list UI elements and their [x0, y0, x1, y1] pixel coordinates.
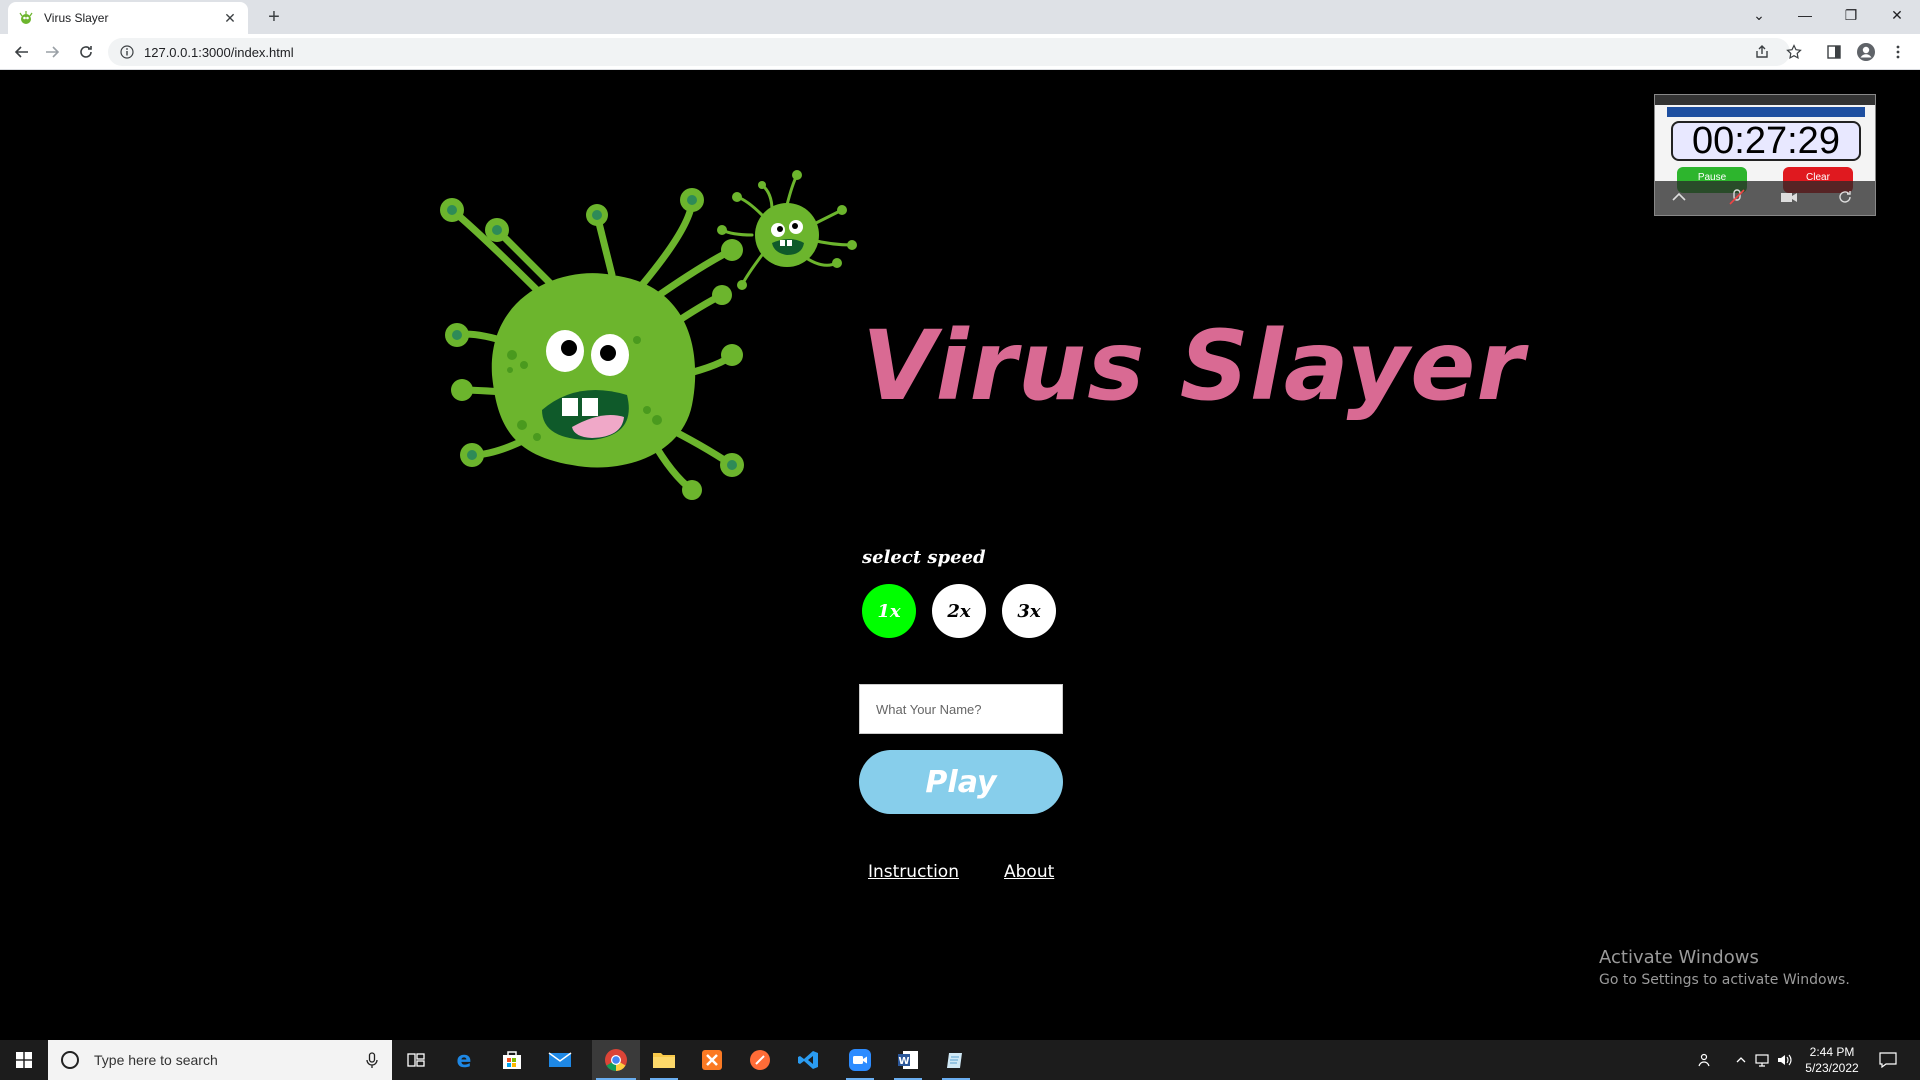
play-button[interactable]: Play — [859, 750, 1063, 814]
about-link[interactable]: About — [1004, 862, 1054, 882]
mail-icon[interactable] — [536, 1040, 584, 1080]
sidepanel-icon[interactable] — [1822, 40, 1846, 64]
restore-icon[interactable]: ❐ — [1828, 0, 1874, 30]
minimize-icon[interactable]: — — [1782, 0, 1828, 30]
chrome-icon[interactable] — [592, 1040, 640, 1080]
xampp-icon[interactable] — [688, 1040, 736, 1080]
window-close-icon[interactable]: ✕ — [1874, 0, 1920, 30]
notepad-icon[interactable] — [932, 1040, 980, 1080]
svg-text:e: e — [457, 1048, 472, 1072]
notification-icon[interactable] — [1874, 1040, 1902, 1080]
search-placeholder: Type here to search — [94, 1052, 218, 1068]
volume-icon[interactable] — [1774, 1040, 1794, 1080]
file-explorer-icon[interactable] — [640, 1040, 688, 1080]
clock-date: 5/23/2022 — [1805, 1061, 1859, 1075]
browser-toolbar: 127.0.0.1:3000/index.html — [0, 34, 1920, 70]
windows-taskbar: Type here to search e W 2:44 PM 5/23/202… — [0, 1040, 1920, 1080]
virus-logo-image — [440, 170, 857, 500]
camera-icon[interactable] — [1779, 187, 1799, 207]
address-bar[interactable]: 127.0.0.1:3000/index.html — [108, 38, 1790, 66]
stopwatch-window[interactable]: 00:27:29 Pause Clear — [1654, 94, 1876, 216]
share-icon[interactable] — [1750, 40, 1774, 64]
task-view-icon[interactable] — [392, 1040, 440, 1080]
store-icon[interactable] — [488, 1040, 536, 1080]
chevron-up-icon[interactable] — [1732, 1040, 1750, 1080]
zoom-icon[interactable] — [836, 1040, 884, 1080]
watermark-subtitle: Go to Settings to activate Windows. — [1599, 972, 1850, 988]
microphone-icon[interactable] — [362, 1050, 382, 1070]
speed-label: select speed — [862, 547, 986, 568]
stopwatch-banner — [1667, 107, 1865, 117]
tab-title: Virus Slayer — [44, 11, 109, 25]
taskbar-clock[interactable]: 2:44 PM 5/23/2022 — [1794, 1044, 1870, 1076]
people-icon[interactable] — [1694, 1040, 1718, 1080]
word-icon[interactable]: W — [884, 1040, 932, 1080]
stopwatch-time: 00:27:29 — [1671, 121, 1861, 161]
plus-icon[interactable]: + — [262, 5, 286, 29]
activate-windows-watermark: Activate Windows Go to Settings to activ… — [1599, 947, 1850, 988]
instruction-link[interactable]: Instruction — [868, 862, 959, 882]
browser-tabstrip: Virus Slayer ✕ + ⌄ — ❐ ✕ — [0, 0, 1920, 34]
chevron-up-icon[interactable] — [1669, 187, 1689, 207]
watermark-title: Activate Windows — [1599, 947, 1759, 968]
url-text: 127.0.0.1:3000/index.html — [144, 44, 294, 60]
profile-icon[interactable] — [1854, 40, 1878, 64]
speed-1x-button[interactable]: 1x — [862, 584, 916, 638]
game-title: Virus Slayer — [862, 310, 1525, 422]
edge-icon[interactable]: e — [440, 1040, 488, 1080]
postman-icon[interactable] — [736, 1040, 784, 1080]
stopwatch-titlebar — [1655, 95, 1875, 105]
reload-icon[interactable] — [74, 40, 98, 64]
speed-3x-button[interactable]: 3x — [1002, 584, 1056, 638]
forward-icon[interactable] — [40, 40, 64, 64]
cortana-icon — [61, 1051, 79, 1069]
player-name-input[interactable] — [859, 684, 1063, 734]
menu-icon[interactable] — [1886, 40, 1910, 64]
chevron-down-icon[interactable]: ⌄ — [1736, 0, 1782, 30]
network-icon[interactable] — [1752, 1040, 1772, 1080]
star-icon[interactable] — [1782, 40, 1806, 64]
vscode-icon[interactable] — [784, 1040, 832, 1080]
clock-time: 2:44 PM — [1809, 1045, 1855, 1059]
close-icon[interactable]: ✕ — [222, 10, 238, 27]
taskbar-search[interactable]: Type here to search — [48, 1040, 392, 1080]
svg-text:W: W — [898, 1056, 909, 1067]
back-icon[interactable] — [10, 40, 34, 64]
info-icon[interactable] — [120, 45, 134, 59]
browser-tab[interactable]: Virus Slayer ✕ — [8, 2, 248, 34]
virus-favicon — [19, 11, 33, 24]
refresh-icon[interactable] — [1835, 187, 1855, 207]
windows-start-icon[interactable] — [0, 1040, 48, 1080]
mic-muted-icon[interactable] — [1727, 187, 1747, 207]
speed-2x-button[interactable]: 2x — [932, 584, 986, 638]
